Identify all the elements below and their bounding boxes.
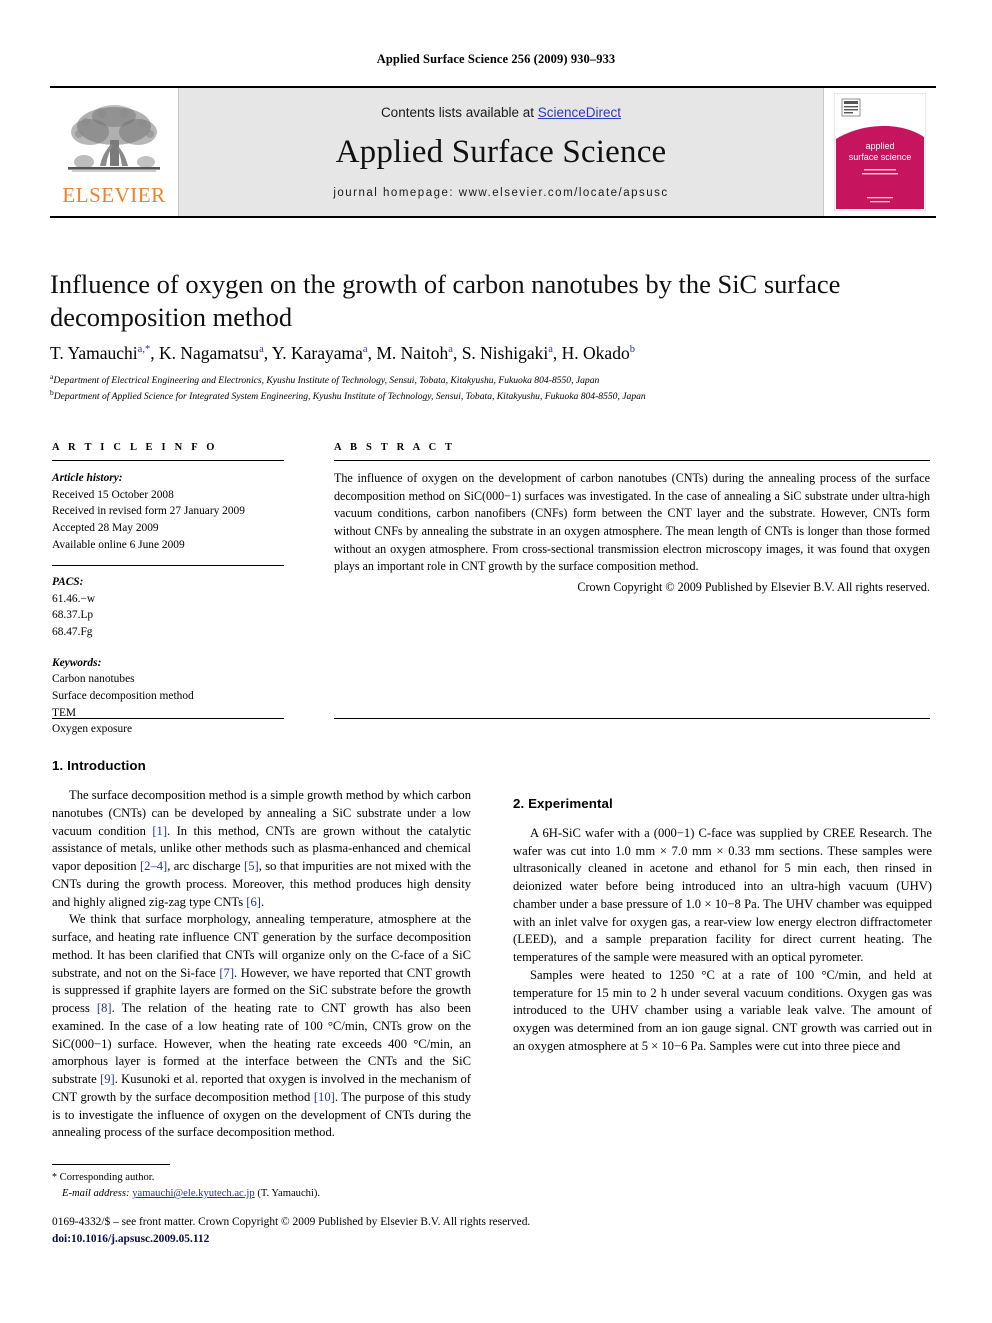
citation-ref[interactable]: [9] <box>100 1072 115 1086</box>
history-item: Received 15 October 2008 <box>52 488 174 501</box>
contents-prefix: Contents lists available at <box>380 105 538 120</box>
pacs-block: PACS: 61.46.−w 68.37.Lp 68.47.Fg <box>52 574 284 641</box>
citation-ref[interactable]: [1] <box>152 824 167 838</box>
email-suffix: (T. Yamauchi). <box>257 1187 321 1199</box>
intro-continuation <box>513 758 932 776</box>
doi-line[interactable]: doi:10.1016/j.apsusc.2009.05.112 <box>52 1231 932 1248</box>
abstract-rule <box>334 460 930 461</box>
journal-cover-thumbnail[interactable]: applied surface science <box>824 88 936 216</box>
pacs-item: 68.47.Fg <box>52 626 93 639</box>
abstract-text: The influence of oxygen on the developme… <box>334 471 930 574</box>
abstract-bottom-rule <box>334 718 930 719</box>
author-list: T. Yamauchia,*, K. Nagamatsua, Y. Karaya… <box>50 343 635 363</box>
intro-paragraph-2: We think that surface morphology, anneal… <box>52 911 471 1142</box>
keyword-item: Carbon nanotubes <box>52 673 135 686</box>
contents-available-line: Contents lists available at ScienceDirec… <box>381 105 621 120</box>
body-column-right: 2. Experimental A 6H-SiC wafer with a (0… <box>513 758 932 1228</box>
journal-masthead: ELSEVIER Contents lists available at Sci… <box>50 86 936 218</box>
journal-cover-icon: applied surface science <box>834 93 926 211</box>
journal-homepage[interactable]: journal homepage: www.elsevier.com/locat… <box>333 187 668 199</box>
affiliation-a: aDepartment of Electrical Engineering an… <box>50 372 930 388</box>
history-item: Available online 6 June 2009 <box>52 538 185 551</box>
page-footer: 0169-4332/$ – see front matter. Crown Co… <box>52 1214 932 1248</box>
abstract-copyright: Crown Copyright © 2009 Published by Else… <box>577 579 930 594</box>
abstract-heading: A B S T R A C T <box>334 442 456 453</box>
elsevier-wordmark: ELSEVIER <box>62 183 166 207</box>
experimental-paragraph-1: A 6H-SiC wafer with a (000−1) C-face was… <box>513 825 932 964</box>
sciencedirect-link[interactable]: ScienceDirect <box>538 105 621 120</box>
article-history-label: Article history: <box>52 472 123 484</box>
section-heading-experimental: 2. Experimental <box>513 795 613 811</box>
affiliation-b: bDepartment of Applied Science for Integ… <box>50 388 930 404</box>
affiliation-a-text: Department of Electrical Engineering and… <box>53 375 600 387</box>
masthead-center: Contents lists available at ScienceDirec… <box>178 88 824 216</box>
intro-p1-part-c: , arc discharge <box>167 859 245 873</box>
pacs-item: 61.46.−w <box>52 592 96 605</box>
abstract-panel: A B S T R A C T The influence of oxygen … <box>334 442 930 597</box>
publisher-logo: ELSEVIER <box>50 88 178 216</box>
keyword-item: Surface decomposition method <box>52 690 194 703</box>
svg-text:surface science: surface science <box>849 152 912 162</box>
corresponding-author-footnote: * Corresponding author. E-mail address: … <box>52 1164 471 1202</box>
citation-ref[interactable]: [8] <box>97 1001 112 1015</box>
intro-p1-part-e: . <box>260 894 265 909</box>
email-line: E-mail address: yamauchi@ele.kyutech.ac.… <box>52 1186 471 1202</box>
citation-ref[interactable]: [10] <box>314 1090 335 1104</box>
article-info-heading: A R T I C L E I N F O <box>52 442 218 453</box>
email-label: E-mail address: <box>62 1187 130 1199</box>
author-email-link[interactable]: yamauchi@ele.kyutech.ac.jp <box>132 1188 254 1199</box>
section-heading-introduction: 1. Introduction <box>52 758 146 773</box>
article-history: Article history: Received 15 October 200… <box>52 470 284 553</box>
citation-ref[interactable]: [5] <box>244 859 259 873</box>
history-item: Received in revised form 27 January 2009 <box>52 505 245 518</box>
author-affil-marker: a <box>548 344 553 356</box>
issn-copyright-line: 0169-4332/$ – see front matter. Crown Co… <box>52 1216 531 1228</box>
author-affil-marker: a,* <box>137 344 151 356</box>
keywords-label: Keywords: <box>52 656 102 669</box>
svg-text:applied: applied <box>865 141 894 151</box>
article-info-rule <box>52 460 284 461</box>
footnote-rule <box>52 1164 170 1165</box>
author-affil-marker: a <box>448 344 453 356</box>
body-columns: 1. Introduction The surface decompositio… <box>52 758 932 1228</box>
affiliation-b-text: Department of Applied Science for Integr… <box>53 391 646 403</box>
corresponding-author-text: Corresponding author. <box>59 1172 155 1183</box>
affiliations: aDepartment of Electrical Engineering an… <box>50 372 930 404</box>
running-head: Applied Surface Science 256 (2009) 930–9… <box>376 52 616 66</box>
pacs-item: 68.37.Lp <box>52 609 94 622</box>
citation-ref[interactable]: [6] <box>246 895 261 909</box>
article-info-panel: A R T I C L E I N F O Article history: R… <box>52 442 284 738</box>
pacs-label: PACS: <box>52 576 84 589</box>
history-item: Accepted 28 May 2009 <box>52 521 159 534</box>
page-title: Influence of oxygen on the growth of car… <box>50 269 841 333</box>
keywords-block: Keywords: Carbon nanotubes Surface decom… <box>52 655 284 738</box>
citation-ref[interactable]: [7] <box>219 966 234 980</box>
paper-page: Applied Surface Science 256 (2009) 930–9… <box>0 0 992 1323</box>
corresponding-author-line: * Corresponding author. <box>52 1170 471 1186</box>
elsevier-tree-icon <box>68 105 160 172</box>
author-affil-marker: a <box>259 344 264 356</box>
citation-ref[interactable]: [2–4] <box>140 859 167 873</box>
keyword-item: Oxygen exposure <box>52 723 133 736</box>
journal-title: Applied Surface Science <box>335 134 667 170</box>
body-column-left: 1. Introduction The surface decompositio… <box>52 758 471 1228</box>
info-bottom-rule <box>52 718 284 719</box>
footnote-star: * <box>52 1172 57 1183</box>
intro-paragraph-1: The surface decomposition method is a si… <box>52 787 471 911</box>
author-affil-marker: b <box>629 344 635 356</box>
author-affil-marker: a <box>362 344 368 356</box>
pacs-rule <box>52 565 284 567</box>
experimental-paragraph-2: Samples were heated to 1250 °C at a rate… <box>513 967 932 1053</box>
